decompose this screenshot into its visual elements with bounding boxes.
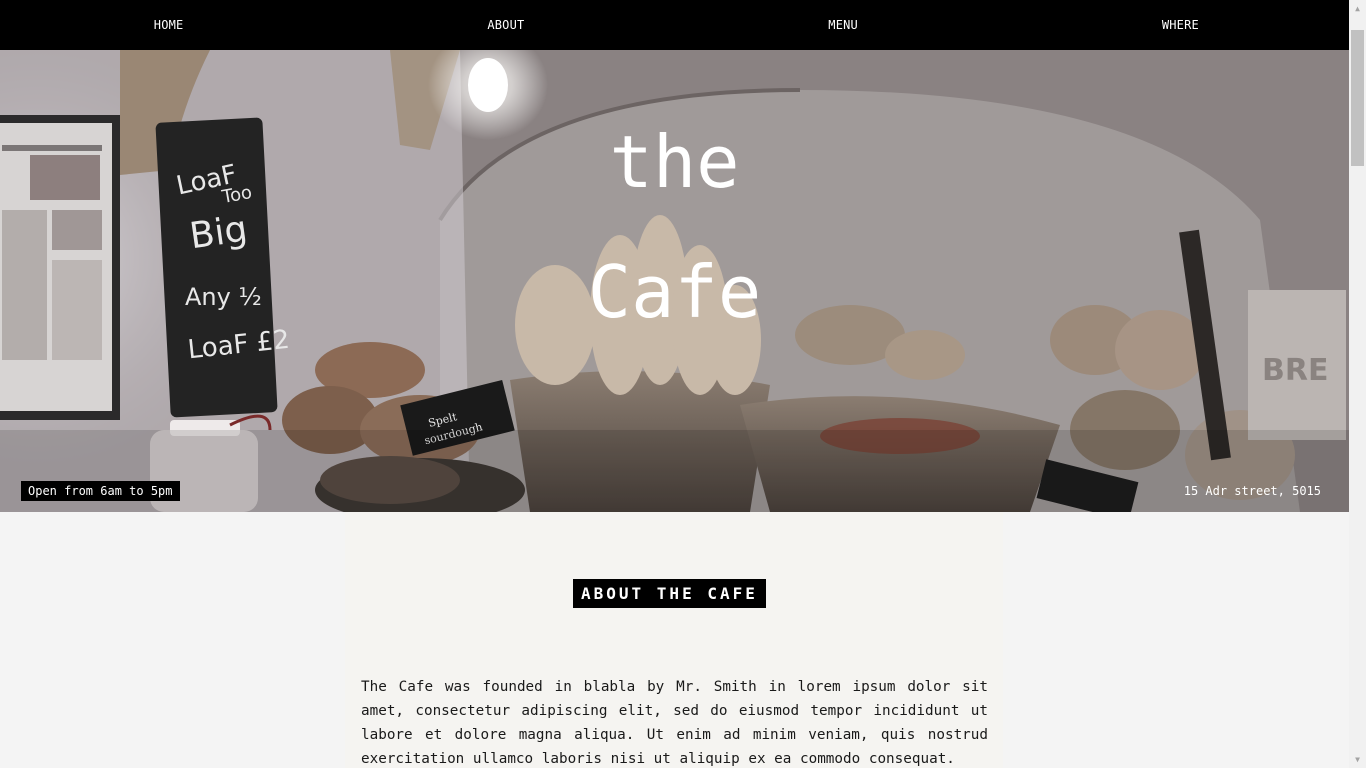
about-paragraph: The Cafe was founded in blabla by Mr. Sm…	[361, 679, 988, 767]
vertical-scrollbar[interactable]: ▲ ▼	[1349, 0, 1366, 768]
opening-hours-badge: Open from 6am to 5pm	[21, 481, 180, 501]
nav-item-home[interactable]: HOME	[0, 0, 337, 50]
nav-item-where[interactable]: WHERE	[1012, 0, 1349, 50]
scrollbar-thumb[interactable]	[1351, 30, 1364, 166]
about-section: ABOUT THE CAFE The Cafe was founded in b…	[345, 512, 1003, 768]
page: HOME ABOUT MENU WHERE LoaF Too Big Any ½…	[0, 0, 1349, 768]
nav-item-about[interactable]: ABOUT	[337, 0, 674, 50]
top-navigation: HOME ABOUT MENU WHERE	[0, 0, 1349, 50]
svg-text:BRE: BRE	[1262, 353, 1328, 388]
hero-banner: LoaF Too Big Any ½ LoaF £2 Spelt sourdou…	[0, 50, 1349, 512]
hero-title-the: the	[609, 120, 740, 204]
about-heading: ABOUT THE CAFE	[573, 579, 766, 608]
scroll-down-arrow-icon[interactable]: ▼	[1349, 751, 1366, 768]
hero-title-cafe: Cafe	[587, 250, 762, 334]
address-text: 15 Adr street, 5015	[1183, 484, 1321, 498]
nav-item-menu[interactable]: MENU	[675, 0, 1012, 50]
scroll-up-arrow-icon[interactable]: ▲	[1349, 0, 1366, 17]
